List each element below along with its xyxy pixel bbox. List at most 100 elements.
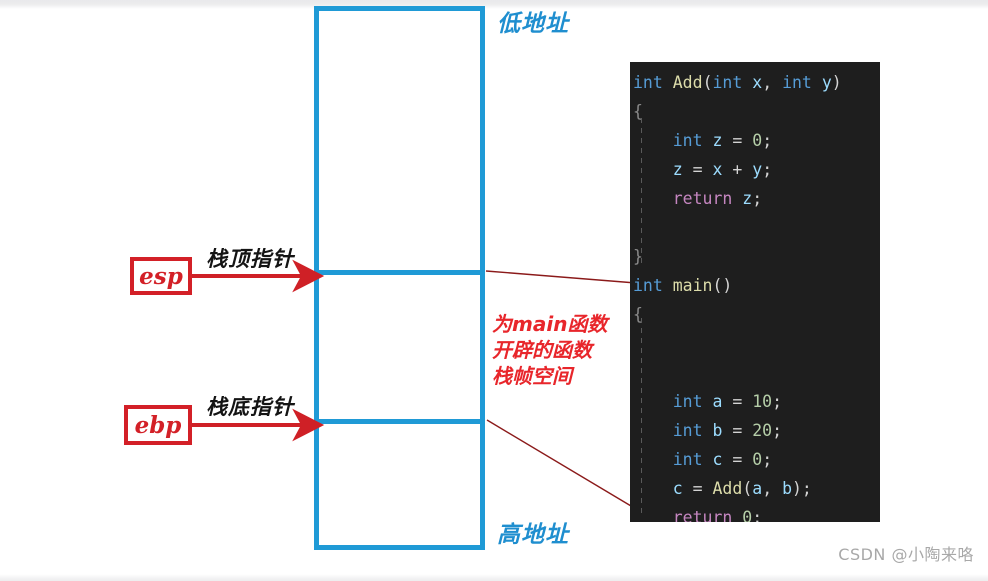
code-token: ( xyxy=(702,73,713,92)
code-line: int z = 0; xyxy=(630,126,880,155)
code-line: { xyxy=(630,300,880,329)
code-indent-guide-add xyxy=(641,118,642,264)
code-token: c xyxy=(672,479,683,498)
code-token: ; xyxy=(762,160,773,179)
code-token: = xyxy=(682,160,713,179)
code-token: ; xyxy=(762,450,773,469)
code-token: a xyxy=(752,479,763,498)
code-token: = xyxy=(722,131,753,150)
code-line: { xyxy=(630,97,880,126)
code-token: main xyxy=(672,276,713,295)
stack-frame-note-line-3: 栈帧空间 xyxy=(492,364,572,388)
code-token: b xyxy=(782,479,792,498)
top-edge-strip xyxy=(0,0,988,9)
code-token: 0 xyxy=(752,131,763,150)
code-token: int xyxy=(712,73,743,92)
code-token: 10 xyxy=(752,392,773,411)
code-token: int xyxy=(672,421,703,440)
connector-esp-to-main xyxy=(485,270,637,284)
code-token: return xyxy=(672,189,733,208)
code-token: ) xyxy=(831,73,842,92)
stack-frame-note-line-2: 开辟的函数 xyxy=(492,338,592,362)
code-line: return z; xyxy=(630,184,880,213)
code-token: z xyxy=(712,131,723,150)
code-lines: int Add(int x, int y){ int z = 0; z = x … xyxy=(630,68,880,522)
code-token: y xyxy=(821,73,832,92)
code-token: ; xyxy=(752,508,763,522)
code-token: b xyxy=(712,421,723,440)
diagram-canvas: 低地址 高地址 为main函数 开辟的函数 栈帧空间 esp ebp 栈顶指针 … xyxy=(0,0,988,581)
code-token: = xyxy=(722,421,753,440)
stack-frame-note: 为main函数 开辟的函数 栈帧空间 xyxy=(492,311,624,389)
stack-memory-box xyxy=(314,6,485,550)
code-token: 0 xyxy=(742,508,753,522)
code-token: y xyxy=(752,160,763,179)
code-token: int xyxy=(633,73,663,92)
code-token: int xyxy=(672,131,703,150)
register-box-esp: esp xyxy=(130,257,192,295)
code-token: , xyxy=(762,73,783,92)
code-line: int b = 20; xyxy=(630,416,880,445)
code-token: z xyxy=(672,160,683,179)
code-line: int a = 10; xyxy=(630,387,880,416)
code-token: int xyxy=(672,450,703,469)
code-token: ); xyxy=(792,479,812,498)
code-token: ; xyxy=(762,131,773,150)
code-line: return 0; xyxy=(630,503,880,522)
csdn-watermark: CSDN @小陶来咯 xyxy=(838,545,974,564)
code-token: 0 xyxy=(752,450,763,469)
stack-frame-note-line-1: 为main函数 xyxy=(492,312,608,336)
code-token: int xyxy=(672,392,703,411)
stack-bottom-pointer-label: 栈底指针 xyxy=(206,395,294,419)
code-token: ; xyxy=(772,392,783,411)
code-line: z = x + y; xyxy=(630,155,880,184)
code-line: c = Add(a, b); xyxy=(630,474,880,503)
code-token: = xyxy=(722,392,753,411)
code-token: int xyxy=(633,276,663,295)
code-token: z xyxy=(742,189,753,208)
code-token: () xyxy=(712,276,733,295)
code-token: int xyxy=(782,73,812,92)
low-address-label: 低地址 xyxy=(497,11,569,37)
code-line: int c = 0; xyxy=(630,445,880,474)
code-token: ( xyxy=(742,479,753,498)
code-token: = xyxy=(722,450,753,469)
code-line: int main() xyxy=(630,271,880,300)
code-token: x xyxy=(752,73,763,92)
code-token: 20 xyxy=(752,421,773,440)
code-line: int Add(int x, int y) xyxy=(630,68,880,97)
high-address-label: 高地址 xyxy=(497,522,569,548)
code-token: return xyxy=(672,508,733,522)
connector-ebp-to-main-end xyxy=(486,419,637,510)
stack-top-pointer-label: 栈顶指针 xyxy=(206,247,294,271)
code-token: Add xyxy=(672,73,703,92)
code-token: a xyxy=(712,392,723,411)
code-indent-guide-main xyxy=(641,318,642,516)
code-token: ; xyxy=(772,421,783,440)
code-token: x xyxy=(712,160,723,179)
code-token: Add xyxy=(712,479,743,498)
register-box-ebp: ebp xyxy=(124,405,192,445)
code-token: ; xyxy=(752,189,763,208)
code-line: } xyxy=(630,242,880,271)
